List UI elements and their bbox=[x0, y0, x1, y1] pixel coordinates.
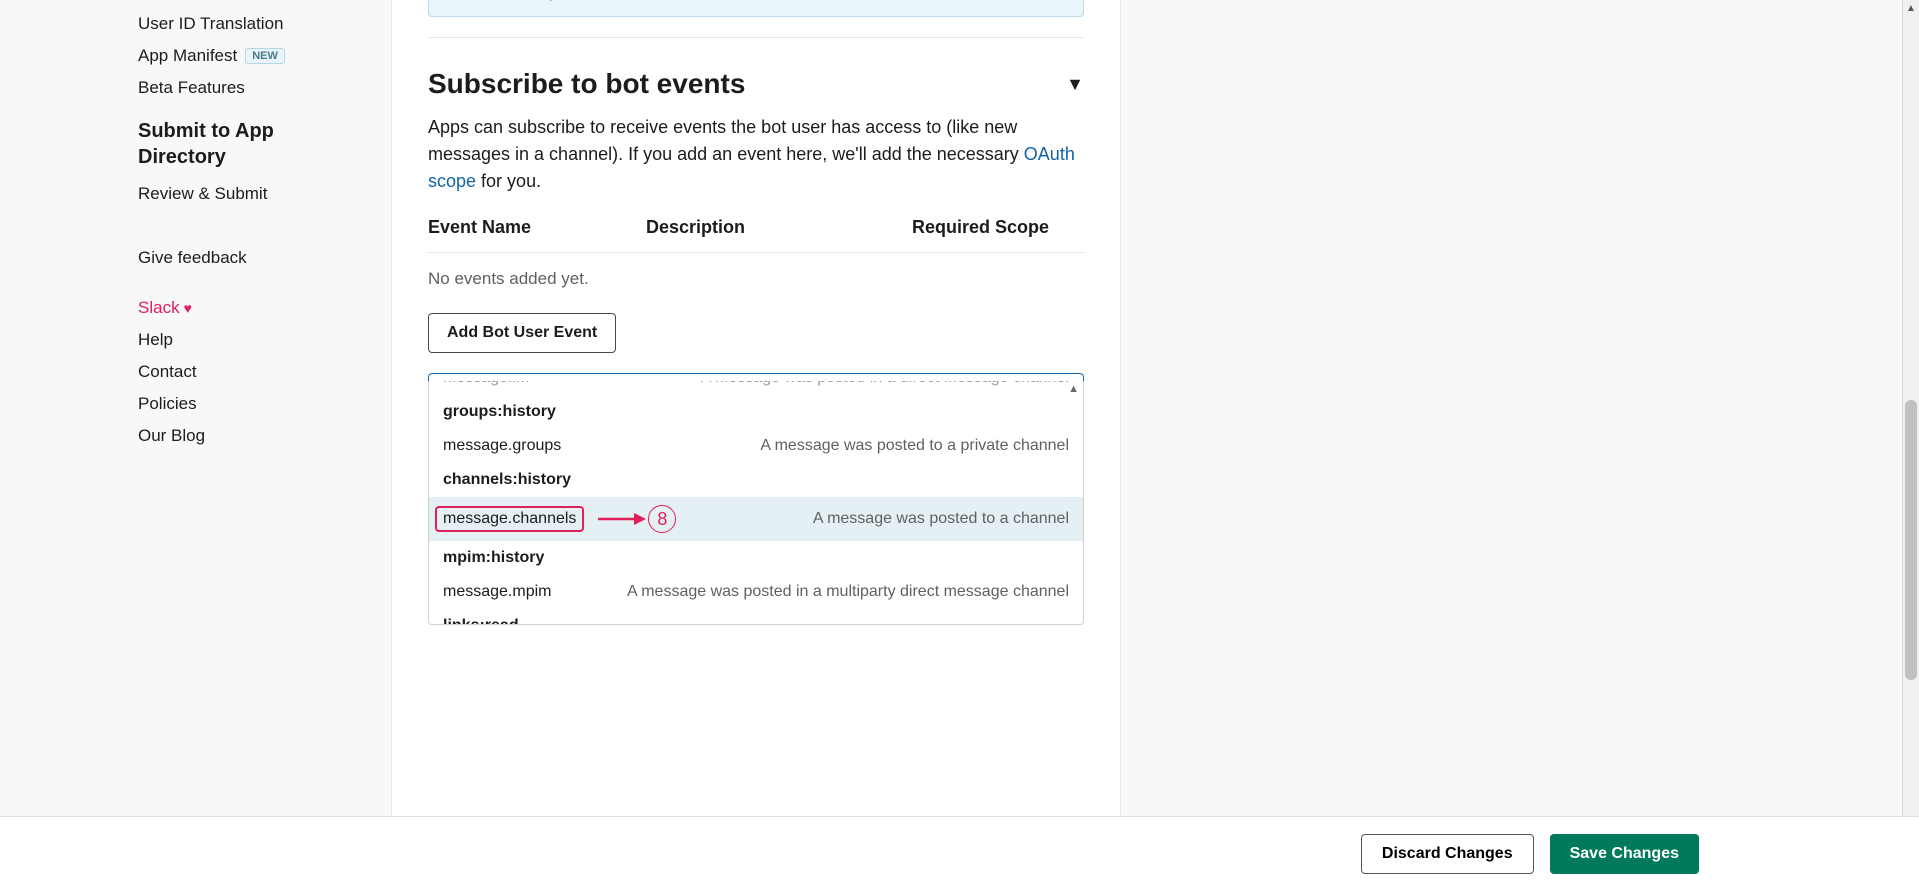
col-scope: Required Scope bbox=[912, 217, 1084, 238]
page-scrollbar[interactable]: ▲ bbox=[1902, 0, 1919, 890]
circled-number: 8 bbox=[648, 505, 676, 533]
events-table-header: Event Name Description Required Scope bbox=[428, 217, 1084, 253]
dropdown-section-links-read: links:read bbox=[429, 609, 1083, 625]
col-event-name: Event Name bbox=[428, 217, 646, 238]
item-name: message.channels bbox=[443, 510, 576, 527]
dropdown-item-message-mpim[interactable]: message.mpim A message was posted in a m… bbox=[429, 575, 1083, 609]
event-dropdown: ▲ message.im A message was posted in a d… bbox=[428, 381, 1084, 625]
heart-icon: ♥ bbox=[184, 300, 192, 316]
sidebar-item-user-id-translation[interactable]: User ID Translation bbox=[138, 8, 391, 40]
section-name: groups:history bbox=[443, 403, 556, 421]
item-name: message.mpim bbox=[443, 583, 551, 601]
save-changes-button[interactable]: Save Changes bbox=[1550, 834, 1699, 874]
item-desc: A message was posted to a channel bbox=[813, 510, 1069, 528]
dropdown-item-message-channels[interactable]: message.channels 8 A message was posted … bbox=[429, 497, 1083, 541]
scroll-thumb[interactable] bbox=[1905, 400, 1917, 680]
sidebar-link-help[interactable]: Help bbox=[138, 324, 391, 356]
sidebar-item-label: App Manifest bbox=[138, 46, 237, 66]
sidebar-item-app-manifest[interactable]: App Manifest NEW bbox=[138, 40, 391, 72]
dropdown-section-channels-history: channels:history bbox=[429, 463, 1083, 497]
sidebar-item-beta-features[interactable]: Beta Features bbox=[138, 72, 391, 104]
add-bot-user-event-button[interactable]: Add Bot User Event bbox=[428, 313, 616, 353]
divider bbox=[428, 37, 1084, 38]
banner-text: new, compact format. bbox=[477, 0, 639, 1]
col-description: Description bbox=[646, 217, 912, 238]
sidebar: User ID Translation App Manifest NEW Bet… bbox=[0, 0, 391, 890]
section-name: channels:history bbox=[443, 471, 571, 489]
item-name: message.im bbox=[443, 381, 529, 387]
dropdown-item-message-im[interactable]: message.im A message was posted in a dir… bbox=[429, 381, 1083, 395]
dropdown-section-mpim-history: mpim:history bbox=[429, 541, 1083, 575]
annotation-arrow: 8 bbox=[596, 505, 676, 533]
sidebar-link-blog[interactable]: Our Blog bbox=[138, 420, 391, 452]
item-name: message.groups bbox=[443, 437, 561, 455]
slack-label: Slack bbox=[138, 298, 180, 318]
sidebar-section-submit: Submit to App Directory bbox=[138, 104, 318, 178]
no-events-text: No events added yet. bbox=[428, 253, 1084, 313]
main-panel: new, compact format. Learn more. Subscri… bbox=[391, 0, 1121, 890]
section-title: Subscribe to bot events bbox=[428, 68, 745, 100]
desc-part1: Apps can subscribe to receive events the… bbox=[428, 117, 1024, 164]
bottom-action-bar: Discard Changes Save Changes bbox=[0, 816, 1919, 890]
learn-more-link[interactable]: Learn more. bbox=[643, 0, 735, 1]
scroll-up-arrow-icon[interactable]: ▲ bbox=[1903, 0, 1919, 17]
sidebar-item-review-submit[interactable]: Review & Submit bbox=[138, 178, 391, 210]
sidebar-link-feedback[interactable]: Give feedback bbox=[138, 242, 391, 274]
sidebar-link-policies[interactable]: Policies bbox=[138, 388, 391, 420]
sidebar-link-slack[interactable]: Slack ♥ bbox=[138, 292, 391, 324]
discard-changes-button[interactable]: Discard Changes bbox=[1361, 834, 1534, 874]
highlight-box: message.channels bbox=[435, 506, 584, 532]
scroll-up-icon[interactable]: ▲ bbox=[1068, 383, 1079, 395]
new-badge: NEW bbox=[245, 48, 285, 64]
item-desc: A message was posted in a direct message… bbox=[701, 381, 1069, 387]
section-name: links:read bbox=[443, 617, 519, 625]
sidebar-link-contact[interactable]: Contact bbox=[138, 356, 391, 388]
dropdown-item-message-groups[interactable]: message.groups A message was posted to a… bbox=[429, 429, 1083, 463]
desc-part2: for you. bbox=[476, 171, 541, 191]
item-desc: A message was posted to a private channe… bbox=[760, 437, 1069, 455]
item-desc: A message was posted in a multiparty dir… bbox=[627, 583, 1069, 601]
dropdown-section-groups-history: groups:history bbox=[429, 395, 1083, 429]
arrow-icon bbox=[596, 511, 646, 527]
section-name: mpim:history bbox=[443, 549, 544, 567]
chevron-down-icon[interactable]: ▼ bbox=[1066, 74, 1084, 95]
section-description: Apps can subscribe to receive events the… bbox=[428, 114, 1084, 195]
info-banner: new, compact format. Learn more. bbox=[428, 0, 1084, 17]
